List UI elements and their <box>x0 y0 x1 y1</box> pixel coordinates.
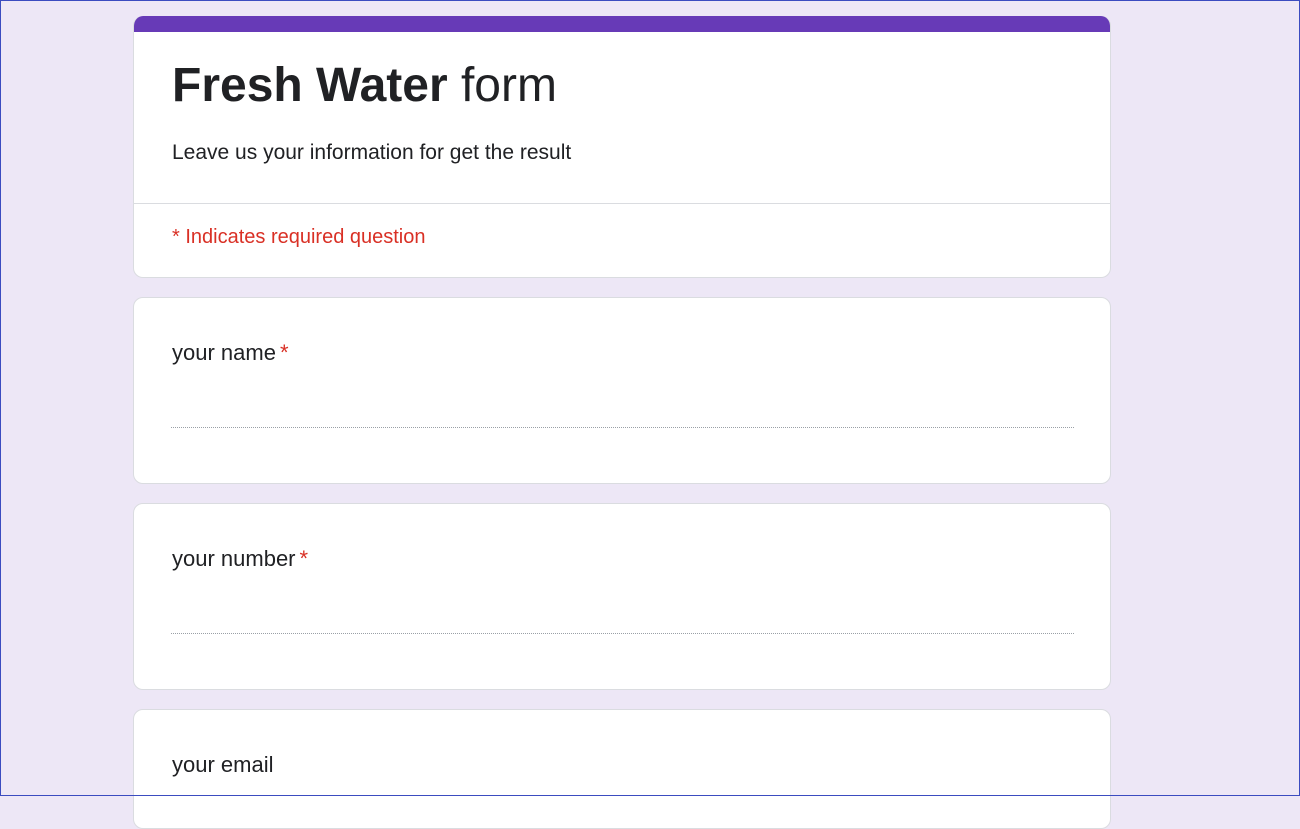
question-label: your number * <box>172 544 308 574</box>
question-label: your name * <box>172 338 289 368</box>
question-label-text: your number <box>172 546 296 571</box>
required-asterisk: * <box>279 340 289 365</box>
header-accent-bar <box>134 16 1110 32</box>
required-note: * Indicates required question <box>172 226 426 248</box>
number-input[interactable] <box>171 600 1074 634</box>
form-description: Leave us your information for get the re… <box>172 141 572 164</box>
question-label: your email <box>172 750 277 780</box>
question-card-name: your name * <box>133 297 1111 484</box>
required-asterisk: * <box>299 546 309 571</box>
header-divider <box>134 203 1110 204</box>
question-card-number: your number * <box>133 503 1111 690</box>
question-label-text: your email <box>172 752 274 777</box>
form-title-bold: Fresh Water <box>172 59 448 112</box>
question-label-text: your name <box>172 340 276 365</box>
form-header-card: Fresh Water form Leave us your informati… <box>133 16 1111 278</box>
form-container: Fresh Water form Leave us your informati… <box>133 16 1111 829</box>
name-input[interactable] <box>171 394 1074 428</box>
form-title: Fresh Water form <box>172 58 557 114</box>
question-card-email: your email <box>133 709 1111 829</box>
form-title-rest: form <box>447 59 557 112</box>
